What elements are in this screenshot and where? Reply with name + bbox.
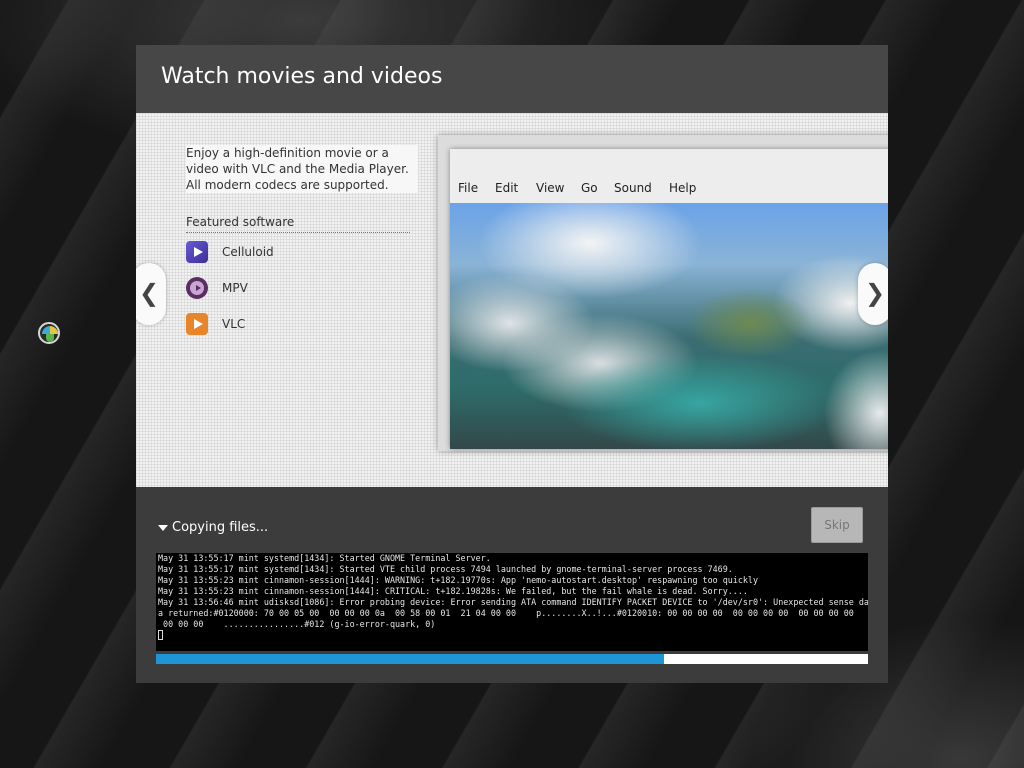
video-frame (450, 203, 888, 449)
screenshot-player-window: File Edit View Go Sound Help (450, 149, 888, 449)
vlc-icon (186, 313, 208, 335)
mint-logo-icon[interactable] (38, 322, 60, 344)
log-line: a returned:#0120000: 70 00 05 00 00 00 0… (158, 608, 854, 618)
app-item-mpv: MPV (186, 277, 386, 301)
installer-header: Watch movies and videos (136, 45, 888, 113)
menu-edit: Edit (495, 181, 519, 195)
chevron-left-icon: ❮ (138, 279, 160, 307)
mpv-icon (186, 277, 208, 299)
slide-screenshot: File Edit View Go Sound Help (438, 135, 888, 451)
skip-button[interactable]: Skip (811, 507, 863, 543)
menu-go: Go (581, 181, 598, 195)
log-terminal[interactable]: May 31 13:55:17 mint systemd[1434]: Star… (156, 553, 868, 651)
menu-sound: Sound (614, 181, 652, 195)
page-title: Watch movies and videos (161, 64, 443, 89)
app-label: VLC (222, 317, 246, 331)
log-line: 00 00 00 ................#012 (g-io-erro… (158, 619, 436, 629)
featured-software-heading: Featured software (186, 215, 410, 233)
details-expander[interactable]: Copying files... (158, 520, 268, 535)
slide-description: Enjoy a high-definition movie or a video… (186, 145, 418, 193)
log-line: May 31 13:55:17 mint systemd[1434]: Star… (158, 564, 733, 574)
log-line: May 31 13:56:46 mint udisksd[1086]: Erro… (158, 597, 868, 607)
log-line: May 31 13:55:23 mint cinnamon-session[14… (158, 586, 748, 596)
installer-window: Watch movies and videos Enjoy a high-def… (136, 45, 888, 683)
log-line: May 31 13:55:17 mint systemd[1434]: Star… (158, 553, 491, 563)
progress-panel: Copying files... Skip May 31 13:55:17 mi… (136, 487, 888, 683)
progress-bar-fill (156, 654, 664, 664)
slide-info: Enjoy a high-definition movie or a video… (176, 135, 418, 337)
app-label: Celluloid (222, 245, 274, 259)
app-label: MPV (222, 281, 248, 295)
slideshow-panel: Enjoy a high-definition movie or a video… (136, 113, 888, 487)
menu-help: Help (669, 181, 697, 195)
chevron-right-icon: ❯ (864, 279, 886, 307)
screenshot-menubar: File Edit View Go Sound Help (450, 179, 888, 201)
menu-view: View (536, 181, 565, 195)
app-item-celluloid: Celluloid (186, 241, 386, 265)
status-label: Copying files... (172, 520, 269, 535)
progress-bar (156, 654, 868, 664)
app-item-vlc: VLC (186, 313, 386, 337)
log-line: May 31 13:55:23 mint cinnamon-session[14… (158, 575, 759, 585)
celluloid-icon (186, 241, 208, 263)
previous-slide-button[interactable]: ❮ (136, 263, 166, 325)
terminal-cursor (158, 630, 163, 640)
next-slide-button[interactable]: ❯ (858, 263, 888, 325)
menu-file: File (458, 181, 479, 195)
expander-triangle-icon (158, 524, 168, 531)
